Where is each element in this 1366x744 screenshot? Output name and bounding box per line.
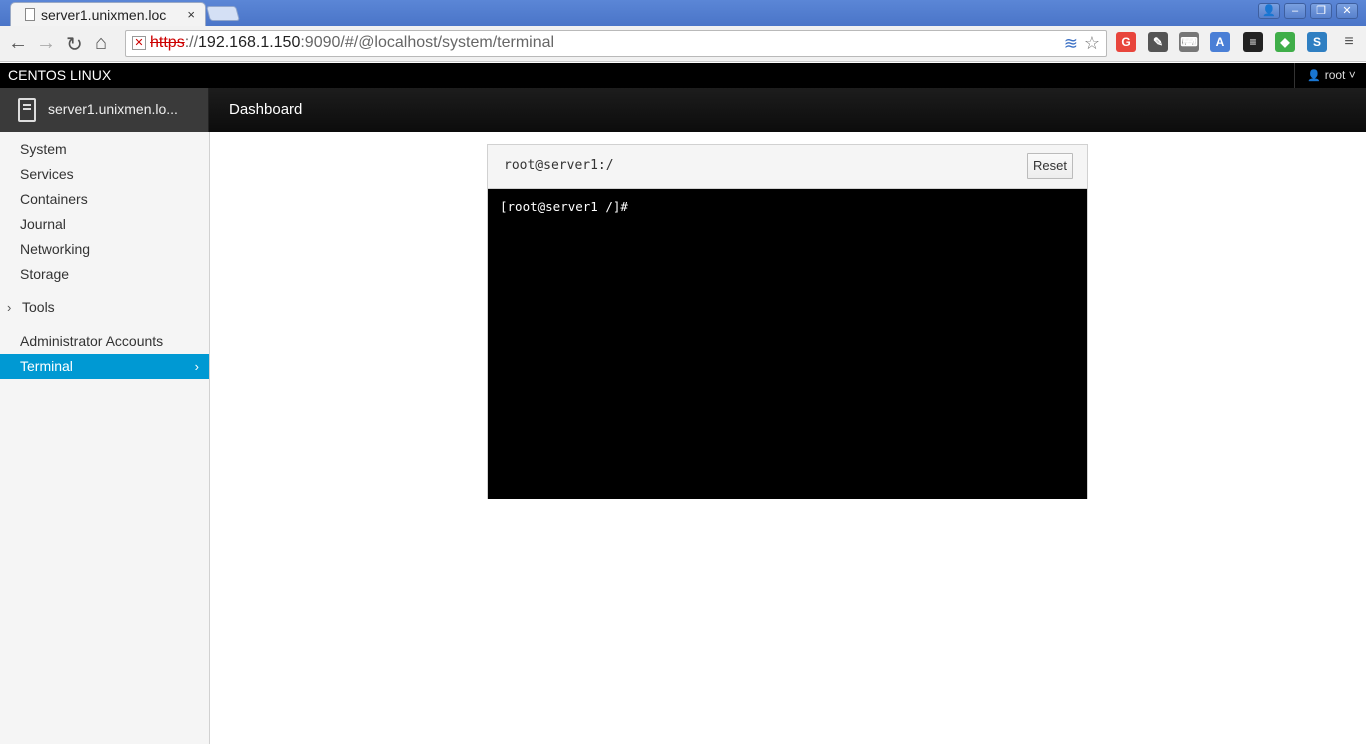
terminal-panel: root@server1:/ Reset [root@server1 /]# bbox=[487, 144, 1088, 499]
sidebar-item-terminal[interactable]: Terminal › bbox=[0, 354, 209, 379]
chevron-right-icon: › bbox=[7, 300, 12, 315]
user-name: root bbox=[1324, 68, 1346, 82]
tab-title: server1.unixmen.loc bbox=[41, 7, 167, 23]
evernote-icon[interactable]: ◆ bbox=[1275, 32, 1295, 52]
sidebar-item-system[interactable]: System bbox=[0, 137, 209, 162]
terminal-screen[interactable]: [root@server1 /]# bbox=[488, 189, 1087, 499]
host-selector[interactable]: server1.unixmen.lo... bbox=[0, 88, 209, 132]
window-controls: 👤 – ❐ ✕ bbox=[1258, 3, 1358, 19]
close-window-button[interactable]: ✕ bbox=[1336, 3, 1358, 19]
browser-toolbar: ← → ↻ ⌂ ✕ https://192.168.1.150:9090/#/@… bbox=[0, 26, 1366, 62]
reset-button[interactable]: Reset bbox=[1027, 153, 1073, 179]
menu-icon[interactable]: ≡ bbox=[1339, 32, 1359, 52]
sidebar-item-tools[interactable]: › Tools bbox=[0, 295, 209, 320]
sidebar-item-storage[interactable]: Storage bbox=[0, 262, 209, 287]
url-text[interactable]: https://192.168.1.150:9090/#/@localhost/… bbox=[150, 34, 554, 52]
address-bar[interactable]: ✕ https://192.168.1.150:9090/#/@localhos… bbox=[125, 30, 1107, 57]
browser-titlebar: server1.unixmen.loc × 👤 – ❐ ✕ bbox=[0, 0, 1366, 26]
sidebar: System Services Containers Journal Netwo… bbox=[0, 132, 210, 744]
insecure-lock-icon[interactable]: ✕ bbox=[132, 36, 146, 50]
minimize-button[interactable]: – bbox=[1284, 3, 1306, 19]
sidebar-item-journal[interactable]: Journal bbox=[0, 212, 209, 237]
back-icon[interactable]: ← bbox=[8, 32, 28, 55]
brand-title: CENTOS LINUX bbox=[8, 67, 112, 83]
bookmark-star-icon[interactable]: ☆ bbox=[1084, 33, 1100, 54]
terminal-header: root@server1:/ Reset bbox=[488, 145, 1087, 189]
sidebar-item-services[interactable]: Services bbox=[0, 162, 209, 187]
chevron-down-icon: ˅ bbox=[1348, 68, 1356, 82]
sidebar-item-containers[interactable]: Containers bbox=[0, 187, 209, 212]
tab-icon[interactable]: S bbox=[1307, 32, 1327, 52]
host-bar: server1.unixmen.lo... Dashboard bbox=[0, 88, 1366, 132]
page-action-icon[interactable]: ≋ bbox=[1064, 34, 1078, 54]
home-icon[interactable]: ⌂ bbox=[95, 32, 107, 55]
terminal-title: root@server1:/ bbox=[504, 158, 614, 173]
profile-icon[interactable]: 👤 bbox=[1258, 3, 1280, 19]
host-name: server1.unixmen.lo... bbox=[48, 101, 178, 117]
buffer-icon[interactable]: ≡ bbox=[1243, 32, 1263, 52]
keyboard-icon[interactable]: ⌨ bbox=[1179, 32, 1199, 52]
cockpit-topbar: CENTOS LINUX 👤 root ˅ bbox=[0, 63, 1366, 88]
forward-icon[interactable]: → bbox=[36, 32, 56, 55]
user-menu[interactable]: 👤 root ˅ bbox=[1294, 63, 1366, 88]
google-icon[interactable]: G bbox=[1116, 32, 1136, 52]
reload-icon[interactable]: ↻ bbox=[66, 32, 83, 57]
user-icon: 👤 bbox=[1307, 70, 1321, 82]
maximize-button[interactable]: ❐ bbox=[1310, 3, 1332, 19]
server-icon bbox=[18, 98, 36, 122]
sidebar-item-networking[interactable]: Networking bbox=[0, 237, 209, 262]
terminal-prompt: [root@server1 /]# bbox=[500, 199, 628, 214]
document-icon bbox=[25, 8, 35, 21]
new-tab-button[interactable] bbox=[205, 6, 241, 21]
wrench-icon[interactable]: ✎ bbox=[1148, 32, 1168, 52]
browser-tab[interactable]: server1.unixmen.loc × bbox=[10, 2, 206, 26]
translate-icon[interactable]: A bbox=[1210, 32, 1230, 52]
chevron-right-icon: › bbox=[194, 359, 199, 374]
dashboard-link[interactable]: Dashboard bbox=[229, 101, 302, 118]
tab-close-icon[interactable]: × bbox=[187, 7, 195, 22]
sidebar-item-administrator-accounts[interactable]: Administrator Accounts bbox=[0, 329, 209, 354]
